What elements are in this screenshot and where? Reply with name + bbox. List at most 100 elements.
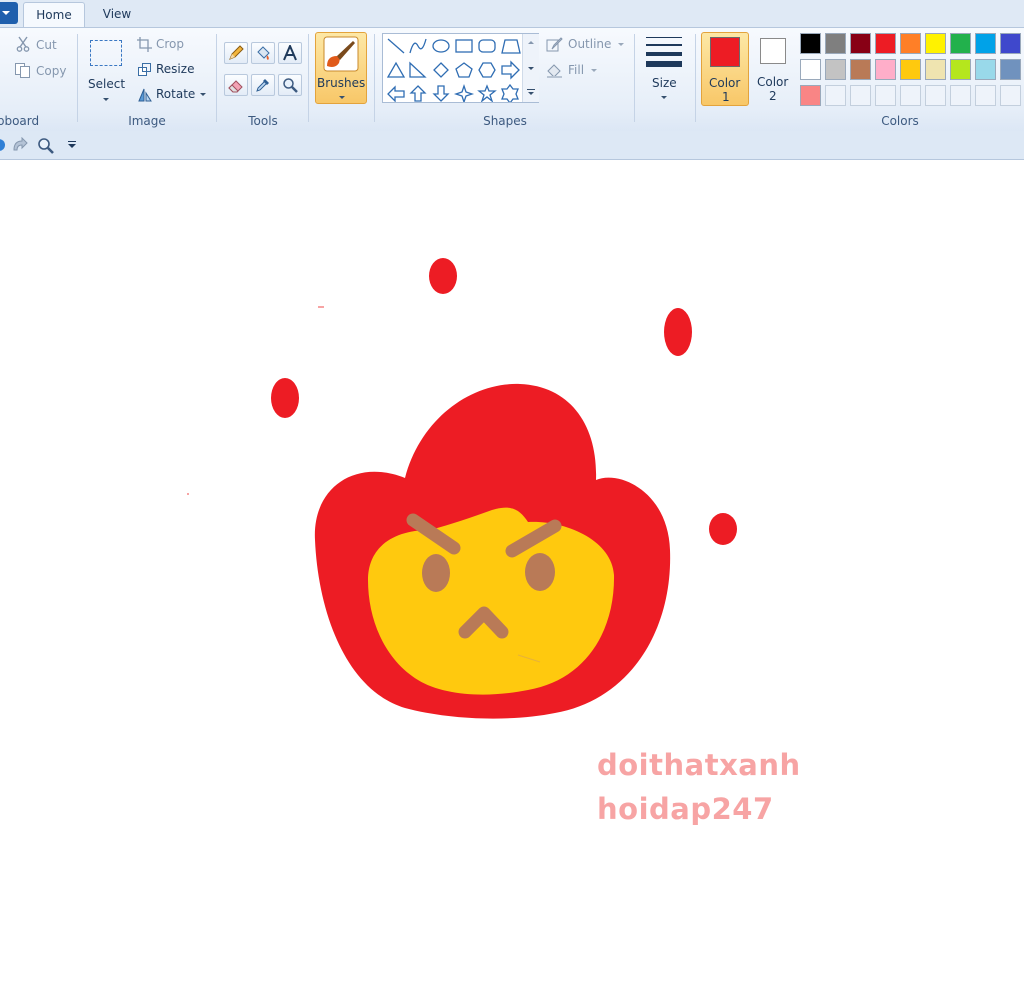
watermark-line2: hoidap247 (597, 792, 774, 826)
palette-color-swatch[interactable] (975, 33, 996, 54)
outline-dropdown-icon (618, 43, 624, 46)
group-divider (634, 34, 635, 122)
tab-home[interactable]: Home (23, 2, 85, 28)
quick-access-toolbar (0, 131, 1024, 160)
fill-dropdown-icon (591, 69, 597, 72)
shapes-gallery-icons (386, 38, 521, 102)
text-a-icon (283, 45, 297, 61)
eraser-tool[interactable] (224, 74, 248, 96)
magnifier-tool[interactable] (278, 74, 302, 96)
palette-empty-slot[interactable] (975, 85, 996, 106)
rotate-dropdown-icon (200, 93, 206, 96)
palette-color-swatch[interactable] (875, 33, 896, 54)
color-picker-tool[interactable] (251, 74, 275, 96)
pencil-tool[interactable] (224, 42, 248, 64)
shapes-gallery[interactable] (382, 33, 539, 103)
outline-label: Outline (568, 37, 612, 51)
cut-label: Cut (36, 38, 57, 52)
ember-drop (664, 308, 692, 356)
palette-color-swatch[interactable] (900, 33, 921, 54)
palette-color-swatch[interactable] (950, 59, 971, 80)
zoom-icon[interactable] (37, 137, 55, 155)
file-menu-caret-icon (2, 11, 10, 15)
size-button[interactable]: Size (640, 32, 688, 104)
group-divider (374, 34, 375, 122)
palette-color-swatch[interactable] (800, 33, 821, 54)
palette-color-swatch[interactable] (925, 33, 946, 54)
brushes-dropdown-icon (339, 96, 345, 99)
resize-button[interactable]: Resize (137, 61, 207, 79)
palette-empty-slot[interactable] (950, 85, 971, 106)
group-divider (77, 34, 78, 122)
color1-label: Color (709, 76, 741, 90)
size-label: Size (652, 76, 677, 90)
magnifier-icon (283, 78, 298, 93)
palette-empty-slot[interactable] (925, 85, 946, 106)
palette-color-swatch[interactable] (825, 33, 846, 54)
color1-number: 1 (722, 90, 730, 104)
fill-button[interactable]: Fill (546, 62, 606, 80)
tab-view[interactable]: View (90, 2, 144, 27)
brushes-button[interactable]: Brushes (315, 32, 367, 104)
palette-color-swatch[interactable] (925, 59, 946, 80)
drawing (187, 258, 737, 719)
pencil-icon (229, 45, 244, 60)
eraser-icon (228, 80, 243, 93)
ember-drop (429, 258, 457, 294)
scroll-down-icon (528, 67, 534, 70)
palette-color-swatch[interactable] (1000, 33, 1021, 54)
clipboard-group-label: pboard (0, 114, 40, 128)
resize-icon (138, 63, 151, 76)
copy-label: Copy (36, 64, 67, 78)
palette-color-swatch[interactable] (875, 59, 896, 80)
palette-color-swatch[interactable] (900, 59, 921, 80)
customize-toolbar-icon[interactable] (67, 141, 77, 151)
palette-empty-slot[interactable] (850, 85, 871, 106)
selection-rectangle-icon (90, 40, 122, 66)
palette-color-swatch[interactable] (850, 33, 871, 54)
drawing-canvas[interactable]: doithatxanh hoidap247 (0, 160, 1024, 1000)
rotate-button[interactable]: Rotate (137, 86, 209, 104)
ember-drop (709, 513, 737, 545)
select-label: Select (88, 77, 126, 91)
palette-color-swatch[interactable] (800, 59, 821, 80)
palette-color-swatch[interactable] (800, 85, 821, 106)
file-menu-button[interactable] (0, 2, 18, 24)
line-weight-icon (646, 35, 682, 67)
crop-button[interactable]: Crop (137, 36, 207, 54)
palette-empty-slot[interactable] (875, 85, 896, 106)
color1-button[interactable]: Color 1 (701, 32, 749, 106)
watermark-line1: doithatxanh (597, 748, 801, 782)
resize-label: Resize (156, 62, 195, 76)
palette-color-swatch[interactable] (950, 33, 971, 54)
paint-bucket-icon (257, 46, 270, 60)
gallery-expand-caret-icon (528, 92, 534, 95)
outline-pencil-icon (546, 37, 563, 52)
fill-tool[interactable] (251, 42, 275, 64)
select-button[interactable]: Select (85, 34, 129, 106)
palette-empty-slot[interactable] (900, 85, 921, 106)
shapes-group-label: Shapes (483, 114, 527, 128)
outline-button[interactable]: Outline (546, 36, 626, 54)
crop-label: Crop (156, 37, 185, 51)
fill-label: Fill (568, 63, 585, 77)
palette-color-swatch[interactable] (975, 59, 996, 80)
colors-group-label: Colors (881, 114, 919, 128)
color2-number: 2 (769, 89, 777, 103)
group-divider (695, 34, 696, 122)
palette-color-swatch[interactable] (825, 59, 846, 80)
right-eye (525, 553, 555, 591)
shapes-gallery-scrollbar[interactable] (522, 34, 539, 102)
undo-icon[interactable] (0, 139, 5, 151)
paintbrush-icon (323, 36, 359, 72)
redo-icon[interactable] (11, 137, 29, 153)
color2-swatch (760, 38, 786, 64)
palette-empty-slot[interactable] (1000, 85, 1021, 106)
palette-color-swatch[interactable] (850, 59, 871, 80)
color2-button[interactable]: Color 2 (752, 32, 796, 106)
text-tool[interactable] (278, 42, 302, 64)
palette-color-swatch[interactable] (1000, 59, 1021, 80)
palette-empty-slot[interactable] (825, 85, 846, 106)
flame-face (368, 507, 615, 695)
rotate-label: Rotate (156, 87, 196, 101)
